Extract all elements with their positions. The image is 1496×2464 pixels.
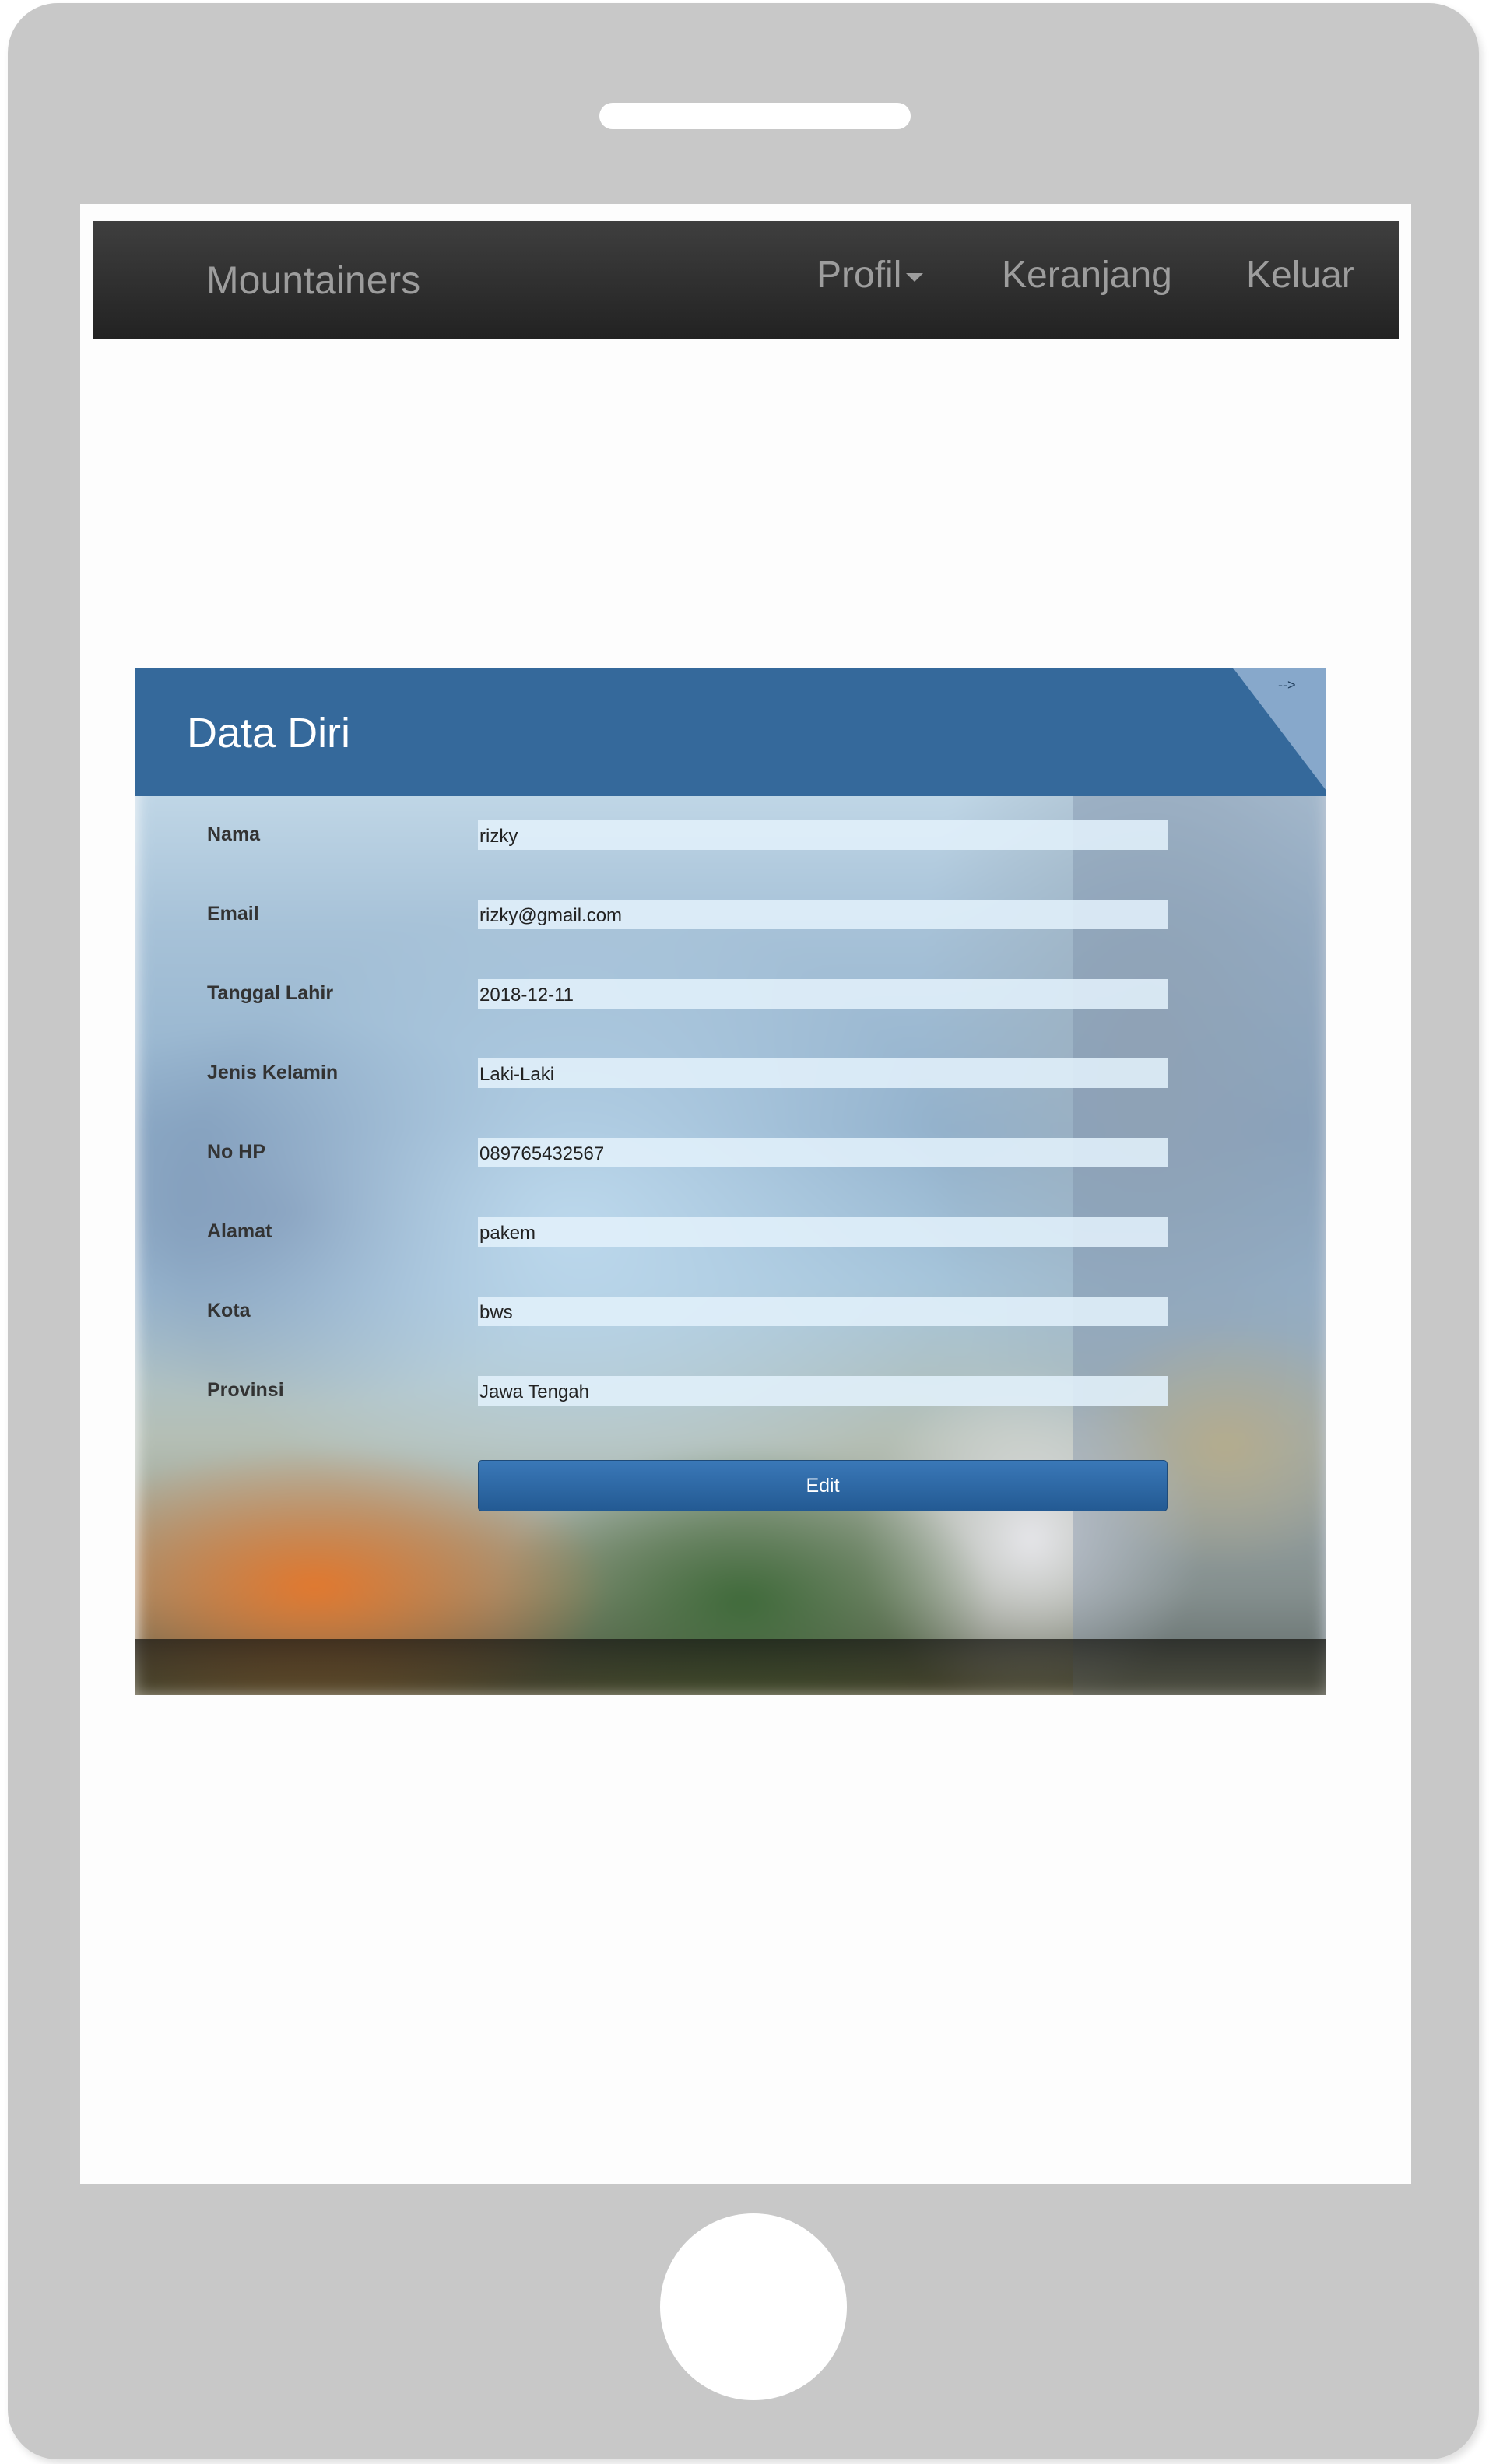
field-label-provinsi: Provinsi [207, 1379, 284, 1401]
nav-item-keluar[interactable]: Keluar [1246, 221, 1354, 330]
navbar-brand[interactable]: Mountainers [206, 221, 420, 339]
form-row-nama: Nama [135, 820, 1326, 855]
tanggal-lahir-field[interactable] [478, 979, 1168, 1009]
jenis-kelamin-field[interactable] [478, 1058, 1168, 1088]
field-label-email: Email [207, 903, 259, 925]
form-row-kota: Kota [135, 1297, 1326, 1331]
phone-frame: Mountainers Profil Keranjang Keluar --> … [8, 3, 1479, 2459]
provinsi-field[interactable] [478, 1376, 1168, 1406]
field-label-tanggal-lahir: Tanggal Lahir [207, 982, 334, 1004]
field-label-no-hp: No HP [207, 1141, 265, 1163]
form-row-jenis-kelamin: Jenis Kelamin [135, 1058, 1326, 1093]
no-hp-field[interactable] [478, 1138, 1168, 1167]
nav-item-keranjang[interactable]: Keranjang [1002, 221, 1172, 330]
kota-field[interactable] [478, 1297, 1168, 1326]
form-row-no-hp: No HP [135, 1138, 1326, 1172]
form-row-provinsi: Provinsi [135, 1376, 1326, 1410]
card-footer-strip [135, 1639, 1326, 1695]
phone-screen: Mountainers Profil Keranjang Keluar --> … [80, 204, 1411, 2184]
field-label-alamat: Alamat [207, 1220, 272, 1242]
navbar: Mountainers Profil Keranjang Keluar [93, 221, 1399, 339]
caret-down-icon [906, 272, 924, 282]
form-row-tanggal-lahir: Tanggal Lahir [135, 979, 1326, 1013]
nav-item-profil-label: Profil [816, 254, 902, 296]
alamat-field[interactable] [478, 1217, 1168, 1247]
field-label-jenis-kelamin: Jenis Kelamin [207, 1062, 339, 1083]
field-label-kota: Kota [207, 1300, 251, 1322]
card-title: Data Diri [187, 710, 351, 756]
email-field[interactable] [478, 900, 1168, 929]
field-label-nama: Nama [207, 823, 261, 845]
form-row-alamat: Alamat [135, 1217, 1326, 1251]
nav-item-profil[interactable]: Profil [816, 221, 924, 330]
corner-note: --> [1278, 677, 1296, 693]
phone-speaker [599, 103, 911, 129]
phone-home-button[interactable] [660, 2213, 847, 2400]
nama-field[interactable] [478, 820, 1168, 850]
card-header: --> Data Diri [135, 668, 1326, 796]
form-row-email: Email [135, 900, 1326, 934]
edit-button[interactable]: Edit [478, 1460, 1168, 1511]
data-diri-card: --> Data Diri Nama Email Tanggal Lahir J… [135, 668, 1326, 1695]
